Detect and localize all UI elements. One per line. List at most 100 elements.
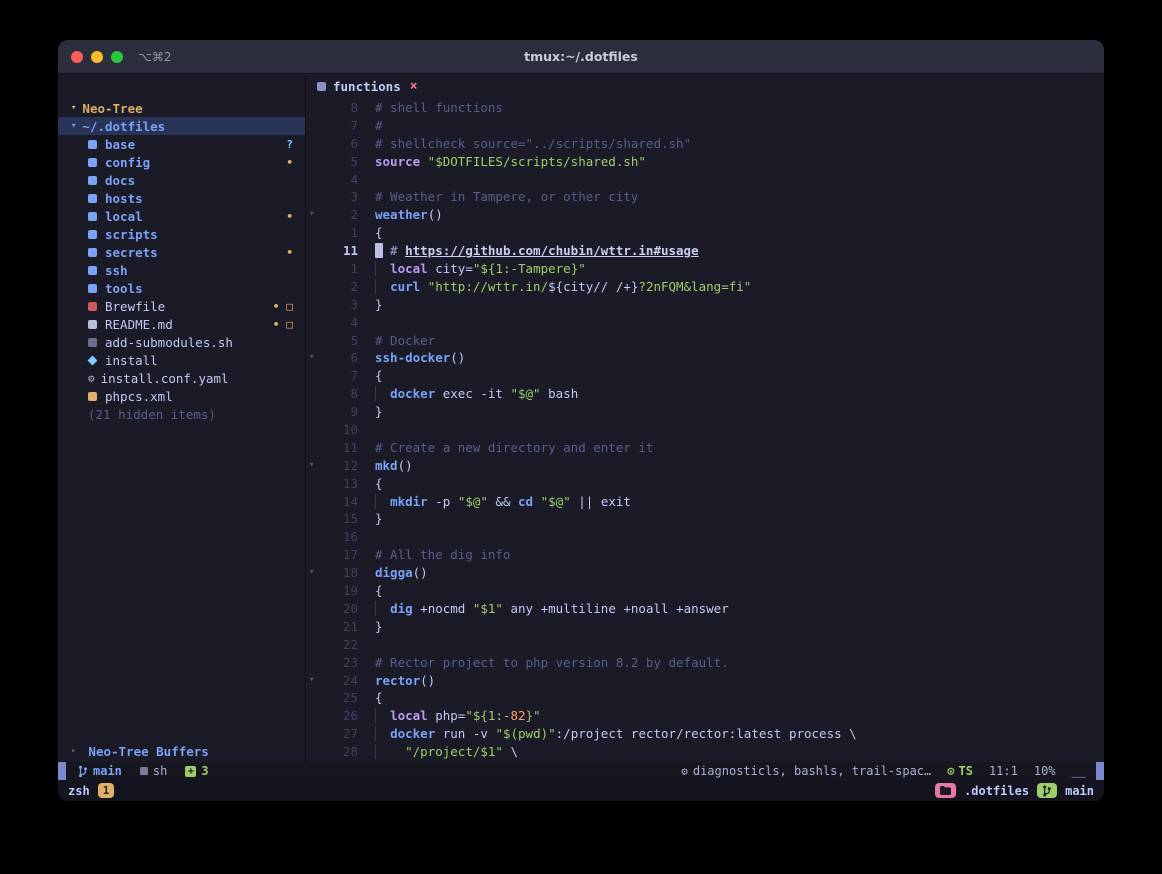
code-text: # All the dig info (362, 546, 510, 564)
code-line[interactable]: 27▏ docker run -v "$(pwd)":/project rect… (306, 725, 1104, 743)
code-text: rector() (362, 672, 435, 690)
code-text: # https://github.com/chubin/wttr.in#usag… (362, 242, 699, 260)
code-line[interactable]: 8▏ docker exec -it "$@" bash (306, 385, 1104, 403)
treesitter-label: TS (959, 764, 973, 778)
tree-item-README.md[interactable]: README.md•□ (58, 315, 306, 333)
code-line[interactable]: 14▏ mkdir -p "$@" && cd "$@" || exit (306, 493, 1104, 511)
tree-item-docs[interactable]: docs (58, 171, 306, 189)
neotree-buffers-header[interactable]: ▸ Neo-Tree Buffers (58, 739, 306, 762)
code-text: ▏ docker run -v "$(pwd)":/project rector… (362, 725, 857, 743)
titlebar[interactable]: ⌥⌘2 tmux:~/.dotfiles (58, 40, 1104, 74)
code-line[interactable]: 1{ (306, 224, 1104, 242)
tree-item-add-submodules.sh[interactable]: add-submodules.sh (58, 333, 306, 351)
git-branch-icon (1042, 785, 1052, 797)
code-line[interactable]: 22 (306, 636, 1104, 654)
code-line[interactable]: 1▏ local city="${1:-Tampere}" (306, 260, 1104, 278)
code-line[interactable]: ▾2weather() (306, 206, 1104, 224)
tree-item-install[interactable]: install (58, 351, 306, 369)
file-icon (317, 82, 326, 91)
code-line[interactable]: 6# shellcheck source="../scripts/shared.… (306, 135, 1104, 153)
code-line[interactable]: 23# Rector project to php version 8.2 by… (306, 654, 1104, 672)
tree-item-Brewfile[interactable]: Brewfile•□ (58, 297, 306, 315)
code-line[interactable]: ▾12mkd() (306, 457, 1104, 475)
tree-item-base[interactable]: base? (58, 135, 306, 153)
fold-icon[interactable]: ▾ (309, 564, 314, 582)
code-line[interactable]: 16 (306, 528, 1104, 546)
code-line[interactable]: 9} (306, 403, 1104, 421)
line-number: 28 (306, 743, 362, 761)
tmux-window-name[interactable]: zsh (68, 784, 90, 798)
code-line[interactable]: ▾18digga() (306, 564, 1104, 582)
code-text (362, 421, 375, 439)
code-line[interactable]: 26▏ local php="${1:-82}" (306, 707, 1104, 725)
code-line[interactable]: 10 (306, 421, 1104, 439)
tmux-window-index-chip[interactable]: 1 (98, 783, 115, 798)
line-number: 7 (306, 117, 362, 135)
git-status-badge: • (286, 153, 293, 171)
git-status-badge: • (286, 243, 293, 261)
tree-item-label: Brewfile (105, 299, 165, 314)
code-line[interactable]: 8# shell functions (306, 99, 1104, 117)
fold-icon[interactable]: ▾ (309, 672, 314, 690)
code-line[interactable]: 5source "$DOTFILES/scripts/shared.sh" (306, 153, 1104, 171)
code-line[interactable]: ▾24rector() (306, 672, 1104, 690)
code-line[interactable]: 5# Docker (306, 332, 1104, 350)
code-line[interactable]: 7{ (306, 367, 1104, 385)
file-icon (88, 302, 97, 311)
folder-icon (88, 212, 97, 221)
code-line[interactable]: 4 (306, 171, 1104, 189)
fold-icon[interactable]: ▾ (309, 349, 314, 367)
code-line[interactable]: 4 (306, 314, 1104, 332)
file-icon (88, 320, 97, 329)
close-tab-icon[interactable]: × (410, 79, 418, 94)
tree-item-hosts[interactable]: hosts (58, 189, 306, 207)
code-line[interactable]: 25{ (306, 689, 1104, 707)
code-line[interactable]: 11 # https://github.com/chubin/wttr.in#u… (306, 242, 1104, 260)
tree-item-phpcs.xml[interactable]: phpcs.xml (58, 387, 306, 405)
code-line[interactable]: 17# All the dig info (306, 546, 1104, 564)
code-line[interactable]: 11# Create a new directory and enter it (306, 439, 1104, 457)
code-line[interactable]: 28▏ "/project/$1" \ (306, 743, 1104, 761)
repo-chip[interactable] (935, 783, 956, 798)
content-area: ▾ Neo-Tree ▾ ~/.dotfiles base?config•doc… (58, 74, 1104, 762)
line-number: ▾18 (306, 564, 362, 582)
tree-item-ssh[interactable]: ssh (58, 261, 306, 279)
code-text: { (362, 689, 383, 707)
neotree-panel: ▾ Neo-Tree ▾ ~/.dotfiles base?config•doc… (58, 74, 306, 762)
tab-functions[interactable]: functions × (317, 79, 418, 94)
line-number: ▾24 (306, 672, 362, 690)
tree-item-label: install (105, 353, 158, 368)
git-added-segment: + 3 (185, 764, 208, 778)
fold-icon[interactable]: ▾ (309, 457, 314, 475)
tree-item-config[interactable]: config• (58, 153, 306, 171)
code-line[interactable]: 2▏ curl "http://wttr.in/${city// /+}?2nF… (306, 278, 1104, 296)
fold-icon[interactable]: ▾ (309, 206, 314, 224)
code-line[interactable]: 7# (306, 117, 1104, 135)
branch-chip[interactable] (1037, 783, 1057, 798)
code-line[interactable]: 3} (306, 296, 1104, 314)
minimize-window-button[interactable] (91, 51, 103, 63)
tree-item-tools[interactable]: tools (58, 279, 306, 297)
file-icon (88, 355, 98, 365)
code-line[interactable]: 3# Weather in Tampere, or other city (306, 188, 1104, 206)
code-line[interactable]: 15} (306, 510, 1104, 528)
code-text: } (362, 403, 383, 421)
close-window-button[interactable] (71, 51, 83, 63)
code-line[interactable]: 13{ (306, 475, 1104, 493)
tree-item-label: scripts (105, 227, 158, 242)
line-number: 2 (306, 278, 362, 296)
line-number: 3 (306, 188, 362, 206)
zoom-window-button[interactable] (111, 51, 123, 63)
code-line[interactable]: 21} (306, 618, 1104, 636)
tree-root-item[interactable]: ▾ ~/.dotfiles (58, 117, 306, 135)
code-line[interactable]: ▾6ssh-docker() (306, 349, 1104, 367)
code-line[interactable]: 20▏ dig +nocmd "$1" any +multiline +noal… (306, 600, 1104, 618)
tree-item-scripts[interactable]: scripts (58, 225, 306, 243)
code-lines[interactable]: 8# shell functions7#6# shellcheck source… (306, 99, 1104, 762)
tab-bar: functions × (306, 74, 1104, 99)
tree-item-label: hosts (105, 191, 143, 206)
code-line[interactable]: 19{ (306, 582, 1104, 600)
tree-item-install.conf.yaml[interactable]: ⚙install.conf.yaml (58, 369, 306, 387)
tree-item-secrets[interactable]: secrets• (58, 243, 306, 261)
tree-item-local[interactable]: local• (58, 207, 306, 225)
